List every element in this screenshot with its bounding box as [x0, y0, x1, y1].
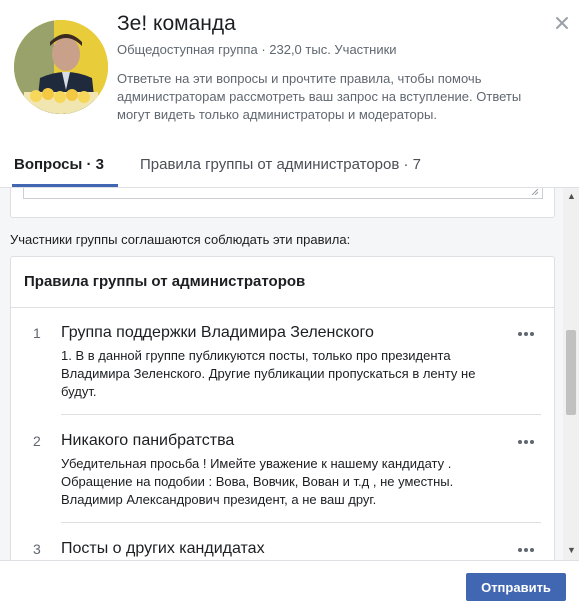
more-options-icon[interactable] — [518, 431, 540, 447]
join-group-dialog: Зе! команда Общедоступная группа · 232,0… — [0, 0, 579, 601]
dialog-scroll-area[interactable]: Участники группы соглашаются соблюдать э… — [0, 188, 579, 560]
rule-title: Группа поддержки Владимира Зеленского — [61, 324, 374, 341]
divider — [61, 414, 541, 415]
dialog-footer: Отправить — [0, 560, 579, 601]
more-options-icon[interactable] — [518, 323, 540, 339]
scroll-thumb[interactable] — [566, 330, 576, 415]
group-description: Ответьте на эти вопросы и прочтите прави… — [117, 71, 522, 122]
rules-card-title: Правила группы от администраторов — [24, 273, 306, 290]
rule-number: 1 — [33, 325, 41, 341]
divider — [61, 522, 541, 523]
group-meta: Общедоступная группа · 232,0 тыс. Участн… — [117, 42, 397, 57]
question-card — [10, 188, 555, 218]
dialog-header: Зе! команда Общедоступная группа · 232,0… — [0, 0, 579, 140]
tab-questions[interactable]: Вопросы · 3 — [14, 156, 104, 173]
tab-rules[interactable]: Правила группы от администраторов · 7 — [140, 156, 421, 173]
rules-card: Правила группы от администраторов 1 Груп… — [10, 256, 555, 560]
close-icon[interactable] — [553, 14, 571, 32]
rule-number: 2 — [33, 433, 41, 449]
answer-textarea[interactable] — [23, 188, 543, 199]
resize-grip-icon[interactable] — [530, 188, 538, 195]
submit-button[interactable]: Отправить — [466, 573, 566, 601]
rule-title: Никакого панибратства — [61, 432, 235, 449]
rule-title: Посты о других кандидатах — [61, 540, 265, 557]
scroll-up-icon[interactable]: ▲ — [567, 192, 576, 201]
group-title[interactable]: Зе! команда — [117, 12, 236, 36]
rule-number: 3 — [33, 541, 41, 557]
rule-body: 1. В в данной группе публикуются посты, … — [61, 348, 476, 399]
more-options-icon[interactable] — [518, 539, 540, 555]
group-avatar — [14, 20, 108, 114]
active-tab-indicator — [12, 184, 118, 187]
divider — [11, 307, 554, 308]
rule-body: Убедительная просьба ! Имейте уважение к… — [61, 456, 454, 507]
scroll-down-icon[interactable]: ▼ — [567, 546, 576, 555]
rules-agreement-text: Участники группы соглашаются соблюдать э… — [10, 232, 351, 247]
vertical-scrollbar[interactable]: ▲ ▼ — [563, 188, 579, 560]
avatar-photo — [14, 20, 108, 114]
tab-bar: Вопросы · 3 Правила группы от администра… — [0, 150, 579, 188]
